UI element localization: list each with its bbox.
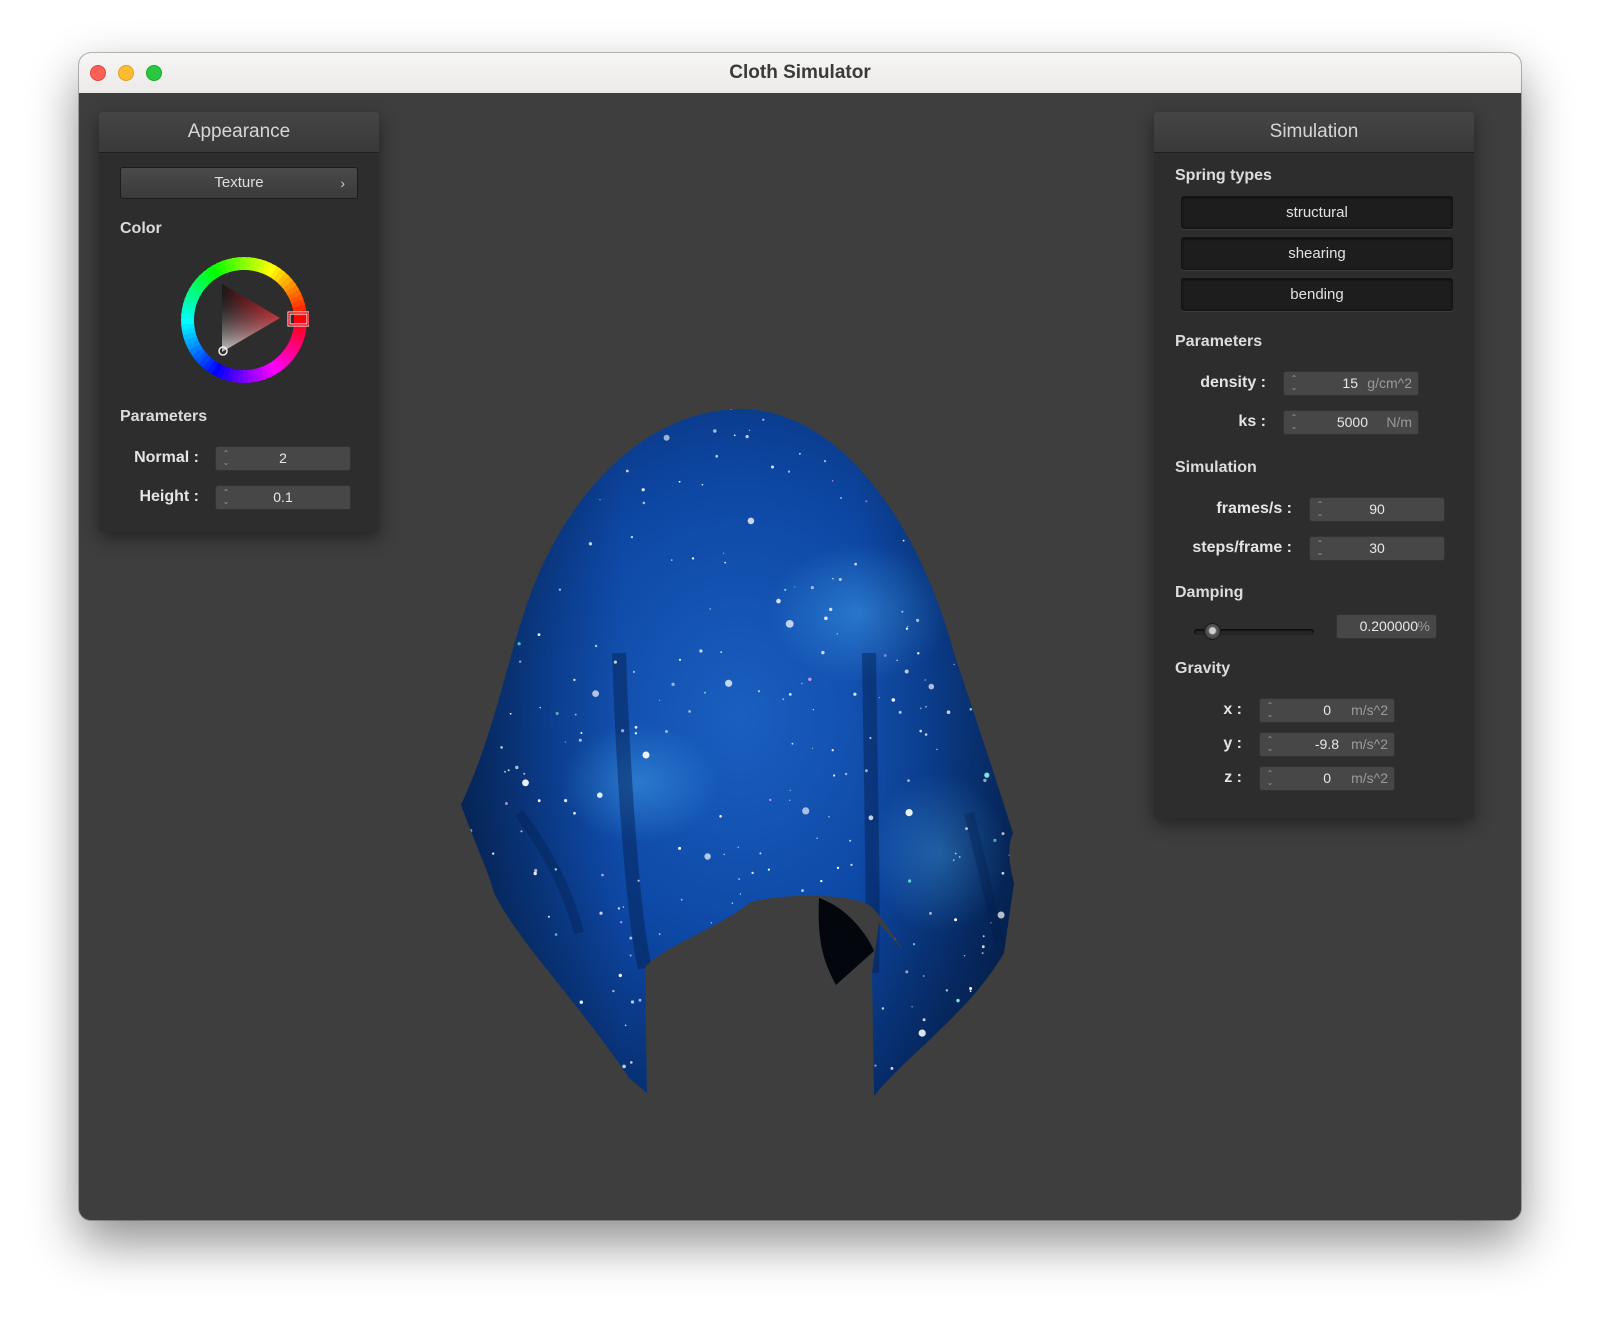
gravity-label: Gravity xyxy=(1175,660,1231,677)
gravity-x-input[interactable]: ⌃ ⌄ 0 m/s^2 xyxy=(1259,698,1395,723)
gravity-y-label: y : xyxy=(1223,735,1242,752)
title-bar: Cloth Simulator xyxy=(79,53,1521,94)
steps-per-frame-label: steps/frame : xyxy=(1192,539,1292,556)
window-title: Cloth Simulator xyxy=(729,62,871,83)
spring-types-label: Spring types xyxy=(1175,167,1272,184)
simulation-parameters-label: Parameters xyxy=(1175,333,1263,350)
damping-slider-handle[interactable] xyxy=(1204,623,1221,640)
damping-value-box[interactable]: 0.200000 % xyxy=(1336,614,1437,639)
normal-label: Normal : xyxy=(134,449,199,466)
simulation-panel-header[interactable]: Simulation xyxy=(1154,112,1474,153)
chevron-right-icon: › xyxy=(340,175,345,191)
gravity-z-label: z : xyxy=(1224,769,1242,786)
height-label: Height : xyxy=(139,488,199,505)
simulation-panel: Simulation Spring types structural shear… xyxy=(1154,112,1474,818)
steps-per-frame-input[interactable]: ⌃ ⌄ 30 xyxy=(1309,536,1445,561)
shearing-spring-toggle[interactable]: shearing xyxy=(1181,237,1453,270)
density-label: density : xyxy=(1200,374,1266,391)
texture-dropdown-button[interactable]: Texture › xyxy=(120,167,358,199)
frames-per-second-input[interactable]: ⌃ ⌄ 90 xyxy=(1309,497,1445,522)
color-section-label: Color xyxy=(120,220,162,237)
normal-input[interactable]: ⌃ ⌄ 2 xyxy=(215,446,351,471)
gravity-y-input[interactable]: ⌃ ⌄ -9.8 m/s^2 xyxy=(1259,732,1395,757)
appearance-panel: Appearance Texture › Color Parameters No… xyxy=(99,112,379,532)
app-window: Cloth Simulator Appearance Texture › Col… xyxy=(79,53,1521,1220)
color-wheel[interactable] xyxy=(179,255,309,385)
stepper-icon[interactable]: ⌃ ⌄ xyxy=(1290,413,1298,432)
gravity-z-input[interactable]: ⌃ ⌄ 0 m/s^2 xyxy=(1259,766,1395,791)
height-input[interactable]: ⌃ ⌄ 0.1 xyxy=(215,485,351,510)
structural-spring-toggle[interactable]: structural xyxy=(1181,196,1453,229)
bending-spring-toggle[interactable]: bending xyxy=(1181,278,1453,311)
simulation-section-label: Simulation xyxy=(1175,459,1257,476)
stepper-icon[interactable]: ⌃ ⌄ xyxy=(1290,374,1298,393)
ks-label: ks : xyxy=(1238,413,1266,430)
stepper-icon[interactable]: ⌃ ⌄ xyxy=(1266,769,1274,788)
ks-input[interactable]: ⌃ ⌄ 5000 N/m xyxy=(1283,410,1419,435)
frames-per-second-label: frames/s : xyxy=(1216,500,1292,517)
stepper-icon[interactable]: ⌃ ⌄ xyxy=(1266,701,1274,720)
appearance-panel-header[interactable]: Appearance xyxy=(99,112,379,153)
stepper-icon[interactable]: ⌃ ⌄ xyxy=(1266,735,1274,754)
density-input[interactable]: ⌃ ⌄ 15 g/cm^2 xyxy=(1283,371,1419,396)
texture-button-label: Texture xyxy=(214,174,264,191)
gravity-x-label: x : xyxy=(1223,701,1242,718)
render-viewport[interactable]: Appearance Texture › Color Parameters No… xyxy=(79,93,1521,1220)
damping-label: Damping xyxy=(1175,584,1244,601)
appearance-parameters-label: Parameters xyxy=(120,408,208,425)
